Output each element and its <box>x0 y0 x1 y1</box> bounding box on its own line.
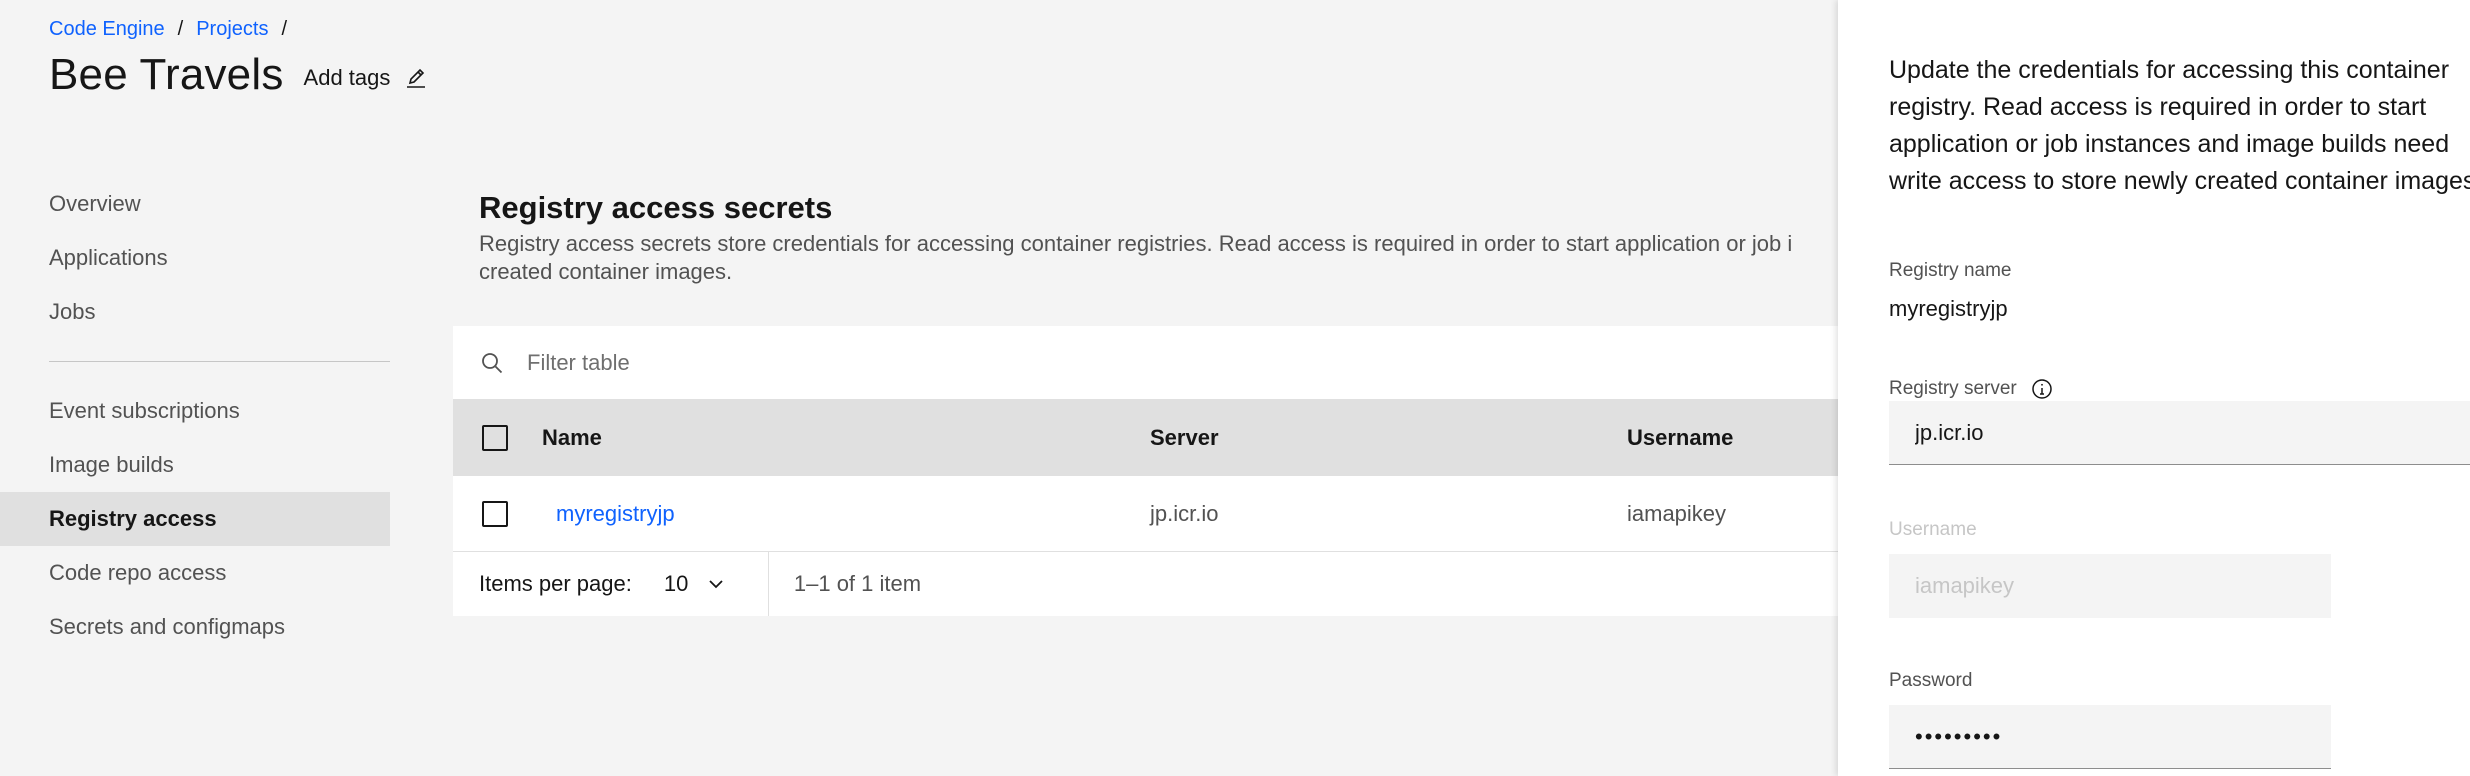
password-input[interactable] <box>1889 705 2331 769</box>
table-toolbar <box>453 326 1853 400</box>
sidebar-item-image-builds[interactable]: Image builds <box>0 438 390 492</box>
select-all-cell <box>453 425 542 451</box>
title-row: Bee Travels Add tags <box>49 50 428 100</box>
pagination: Items per page: 10 1–1 of 1 item <box>453 552 1853 616</box>
cell-name: myregistryjp <box>542 501 1150 527</box>
sidebar-item-event-subscriptions[interactable]: Event subscriptions <box>0 384 390 438</box>
add-tags-label: Add tags <box>303 65 391 90</box>
registry-name-value: myregistryjp <box>1889 296 2008 321</box>
breadcrumb-separator: / <box>177 18 184 40</box>
registry-link[interactable]: myregistryjp <box>542 501 675 526</box>
filter-table-input[interactable] <box>527 349 1127 376</box>
section-title: Registry access secrets <box>479 190 833 225</box>
registry-server-input[interactable] <box>1889 401 2470 465</box>
chevron-down-icon <box>706 574 726 594</box>
sidebar-item-overview[interactable]: Overview <box>0 177 390 231</box>
sidebar-item-code-repo-access[interactable]: Code repo access <box>0 546 390 600</box>
page-title: Bee Travels <box>49 50 284 99</box>
row-select-cell <box>453 500 542 527</box>
username-label: Username <box>1889 519 1977 540</box>
sidebar-item-applications[interactable]: Applications <box>0 231 390 285</box>
search-icon <box>479 350 505 376</box>
add-tags-button[interactable]: Add tags <box>304 65 429 91</box>
cell-server: jp.icr.io <box>1150 500 1219 526</box>
side-nav: Overview Applications Jobs Event subscri… <box>0 177 390 654</box>
sidebar-divider <box>49 361 390 362</box>
page: Code Engine / Projects / Bee Travels Add… <box>0 0 2470 776</box>
table-row: myregistryjp jp.icr.io iamapikey <box>453 476 1853 552</box>
items-per-page-select[interactable]: 10 <box>664 571 768 597</box>
sidebar-item-jobs[interactable]: Jobs <box>0 285 390 339</box>
registry-name-label: Registry name <box>1889 260 2012 281</box>
pagination-range: 1–1 of 1 item <box>793 571 922 596</box>
panel-description: Update the credentials for accessing thi… <box>1889 52 2470 200</box>
panel-description-line: registry. Read access is required in ord… <box>1889 93 2427 121</box>
panel-description-line: application or job instances and image b… <box>1889 130 2450 158</box>
section-description-line: created container images. <box>479 259 733 284</box>
section-description-line: Registry access secrets store credential… <box>479 231 1793 256</box>
select-all-checkbox[interactable] <box>482 425 508 451</box>
breadcrumb-separator: / <box>281 18 288 40</box>
edit-registry-panel: Update the credentials for accessing thi… <box>1838 0 2470 776</box>
items-per-page-label: Items per page: <box>479 571 632 596</box>
panel-description-line: Update the credentials for accessing thi… <box>1889 56 2450 84</box>
registry-server-label-row: Registry server <box>1889 378 2053 400</box>
breadcrumb-code-engine[interactable]: Code Engine <box>49 18 165 41</box>
registry-table: Name Server Username myregistryjp jp.icr… <box>453 326 1853 616</box>
row-checkbox[interactable] <box>482 500 508 527</box>
cell-username: iamapikey <box>1627 500 1727 526</box>
breadcrumb: Code Engine / Projects / <box>49 18 300 41</box>
column-header-username[interactable]: Username <box>1627 425 1853 451</box>
edit-icon[interactable] <box>404 66 428 90</box>
username-input[interactable] <box>1889 554 2331 618</box>
column-header-name[interactable]: Name <box>542 425 1150 451</box>
items-per-page-value: 10 <box>663 571 689 596</box>
column-header-server[interactable]: Server <box>1150 425 1627 451</box>
info-icon[interactable] <box>2031 378 2053 400</box>
sidebar-item-secrets-and-configmaps[interactable]: Secrets and configmaps <box>0 600 390 654</box>
registry-server-label: Registry server <box>1889 378 2017 399</box>
panel-description-line: write access to store newly created cont… <box>1889 167 2470 195</box>
table-header: Name Server Username <box>453 400 1853 476</box>
breadcrumb-projects[interactable]: Projects <box>196 18 268 41</box>
sidebar-item-registry-access[interactable]: Registry access <box>0 492 390 546</box>
section-description: Registry access secrets store credential… <box>479 230 1839 286</box>
password-label: Password <box>1889 670 1973 691</box>
